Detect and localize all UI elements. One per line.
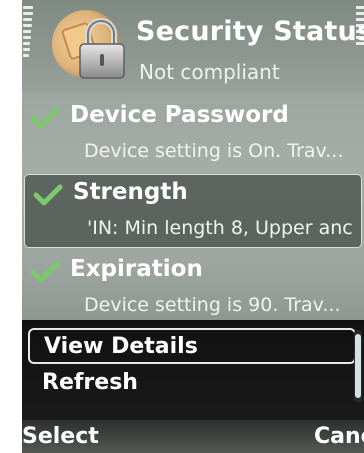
list-item-detail: Device setting is 90. Trav...: [84, 294, 341, 316]
list-item-detail: 'IN: Min length 8, Upper anc: [87, 217, 353, 239]
options-menu: View Details Refresh: [22, 320, 364, 420]
scrollbar-thumb[interactable]: [355, 334, 361, 398]
select-softkey[interactable]: Select: [22, 424, 99, 449]
check-icon: [30, 107, 60, 129]
list-item-strength[interactable]: Strength 'IN: Min length 8, Upper anc: [24, 174, 362, 248]
list-item-label: Device Password: [70, 102, 289, 128]
menu-scrollbar[interactable]: [354, 330, 362, 402]
check-icon: [33, 184, 63, 206]
header: Security Status Not compliant: [22, 0, 364, 92]
compliance-status: Not compliant: [139, 60, 280, 84]
list-item-device-password[interactable]: Device Password Device setting is On. Tr…: [22, 98, 364, 172]
softkey-bar: Select Cance: [22, 420, 364, 453]
check-icon: [30, 261, 60, 283]
signal-indicator-icon: [22, 6, 36, 86]
screen: Security Status Not compliant Device Pas…: [22, 0, 364, 453]
menu-item-refresh[interactable]: Refresh: [28, 366, 356, 402]
list-item-expiration[interactable]: Expiration Device setting is 90. Trav...: [22, 252, 364, 326]
menu-item-view-details[interactable]: View Details: [28, 328, 356, 364]
cancel-softkey[interactable]: Cance: [314, 424, 364, 449]
list-item-label: Expiration: [70, 256, 203, 282]
list-item-label: Strength: [73, 179, 188, 205]
page-title: Security Status: [136, 16, 364, 47]
lock-icon: [48, 8, 128, 86]
list-item-detail: Device setting is On. Trav...: [84, 140, 344, 162]
